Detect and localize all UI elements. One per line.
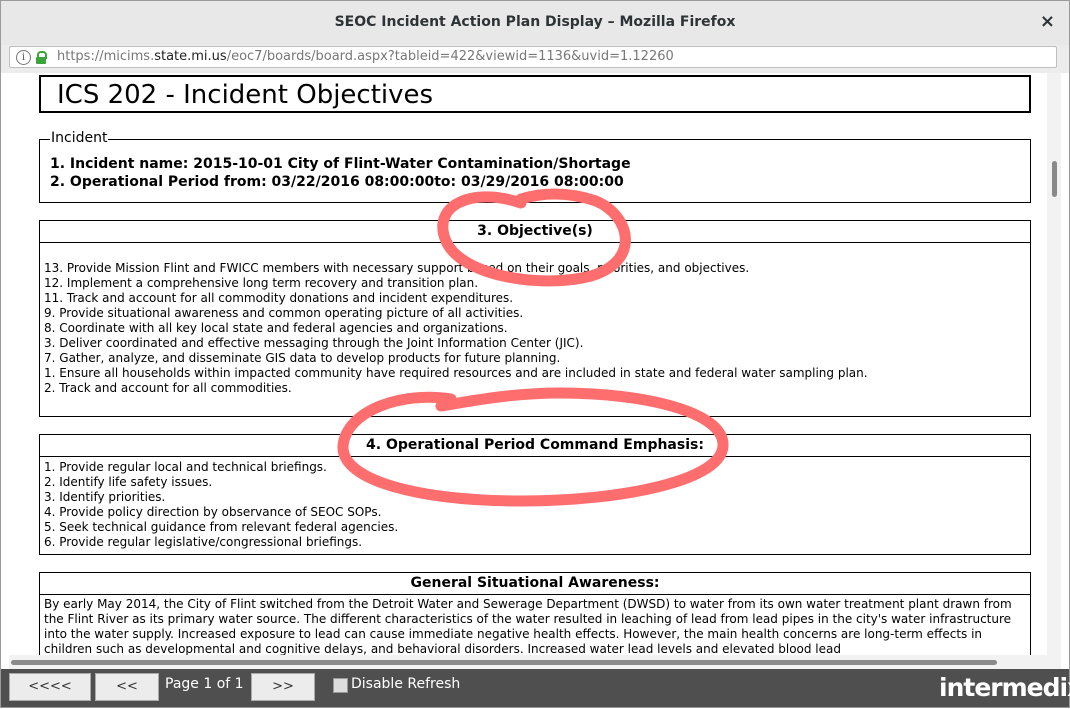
info-icon[interactable]: i: [16, 50, 31, 65]
objective-item: 7. Gather, analyze, and disseminate GIS …: [44, 351, 561, 365]
page-content: ICS 202 - Incident Objectives Incident 1…: [9, 73, 1047, 655]
horizontal-scrollbar[interactable]: [9, 655, 1061, 669]
situational-awareness-text: By early May 2014, the City of Flint swi…: [44, 597, 1012, 655]
objective-item: 1. Ensure all households within impacted…: [44, 366, 868, 380]
intermedix-logo: intermedixTM: [939, 673, 1070, 702]
next-page-button[interactable]: >>: [251, 673, 315, 701]
emphasis-item: 1. Provide regular local and technical b…: [44, 460, 327, 474]
objective-item: 9. Provide situational awareness and com…: [44, 306, 524, 320]
objectives-section: 3. Objective(s) 13. Provide Mission Flin…: [39, 220, 1031, 417]
form-heading-box: ICS 202 - Incident Objectives: [39, 75, 1031, 113]
incident-name: 1. Incident name: 2015-10-01 City of Fli…: [50, 156, 631, 172]
browser-window: SEOC Incident Action Plan Display – Mozi…: [0, 0, 1070, 708]
operational-period: 2. Operational Period from: 03/22/2016 0…: [50, 174, 624, 190]
objective-item: 3. Deliver coordinated and effective mes…: [44, 336, 584, 350]
objective-item: 11. Track and account for all commodity …: [44, 291, 514, 305]
objectives-title: 3. Objective(s): [40, 221, 1030, 243]
bottom-toolbar: <<<< << Page 1 of 1 >> Disable Refresh i…: [1, 669, 1070, 707]
objective-item: 8. Coordinate with all key local state a…: [44, 321, 508, 335]
previous-page-button[interactable]: <<: [95, 673, 159, 701]
disable-refresh-checkbox[interactable]: [333, 678, 348, 693]
command-emphasis-section: 4. Operational Period Command Emphasis: …: [39, 434, 1031, 555]
close-icon[interactable]: ×: [1040, 11, 1055, 32]
vertical-scrollbar[interactable]: [1047, 73, 1061, 655]
objectives-list: 13. Provide Mission Flint and FWICC memb…: [44, 261, 868, 396]
command-emphasis-title: 4. Operational Period Command Emphasis:: [40, 435, 1030, 457]
form-heading: ICS 202 - Incident Objectives: [57, 80, 434, 110]
url-bar[interactable]: i https://micims.state.mi.us/eoc7/boards…: [9, 46, 1057, 68]
title-bar: SEOC Incident Action Plan Display – Mozi…: [1, 1, 1069, 46]
navigation-bar: i https://micims.state.mi.us/eoc7/boards…: [1, 45, 1069, 73]
url-text[interactable]: https://micims.state.mi.us/eoc7/boards/b…: [57, 49, 674, 64]
situational-awareness-title: General Situational Awareness:: [40, 573, 1030, 595]
objective-item: 2. Track and account for all commodities…: [44, 381, 292, 395]
incident-fieldset: Incident 1. Incident name: 2015-10-01 Ci…: [39, 130, 1031, 203]
horizontal-scroll-thumb[interactable]: [11, 660, 997, 665]
objective-item: 12. Implement a comprehensive long term …: [44, 276, 479, 290]
emphasis-item: 3. Identify priorities.: [44, 490, 166, 504]
emphasis-item: 5. Seek technical guidance from relevant…: [44, 520, 399, 534]
lock-icon[interactable]: [36, 51, 47, 64]
incident-legend: Incident: [50, 130, 109, 146]
emphasis-item: 2. Identify life safety issues.: [44, 475, 213, 489]
objective-item: 13. Provide Mission Flint and FWICC memb…: [44, 261, 750, 275]
vertical-scroll-thumb[interactable]: [1052, 161, 1057, 197]
first-page-button[interactable]: <<<<: [9, 673, 91, 701]
command-emphasis-list: 1. Provide regular local and technical b…: [44, 460, 398, 550]
emphasis-item: 6. Provide regular legislative/congressi…: [44, 535, 363, 549]
page-indicator: Page 1 of 1: [165, 676, 244, 692]
emphasis-item: 4. Provide policy direction by observanc…: [44, 505, 382, 519]
situational-awareness-section: General Situational Awareness: By early …: [39, 572, 1031, 655]
window-title: SEOC Incident Action Plan Display – Mozi…: [334, 14, 736, 30]
disable-refresh-label[interactable]: Disable Refresh: [351, 676, 460, 692]
